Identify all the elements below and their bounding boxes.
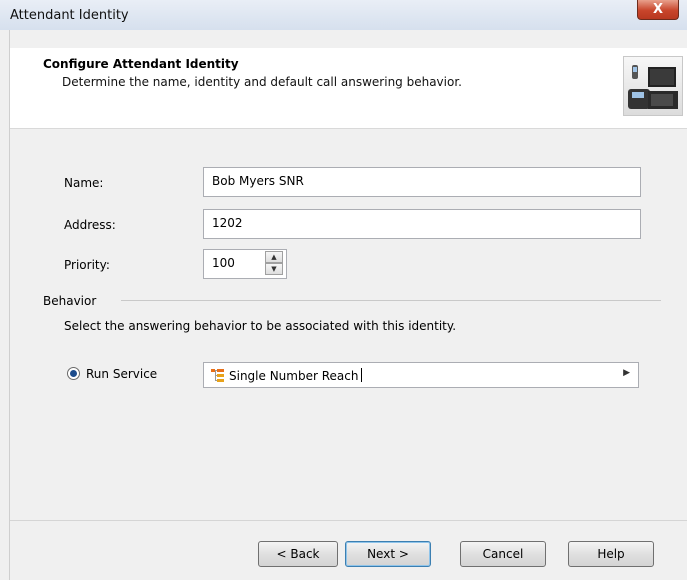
attendant-identity-dialog: Attendant Identity X Configure Attendant… — [0, 0, 687, 580]
address-label: Address: — [64, 218, 116, 232]
behavior-group-divider — [121, 300, 661, 301]
help-button[interactable]: Help — [568, 541, 654, 567]
back-button[interactable]: < Back — [258, 541, 338, 567]
tree-service-icon — [211, 368, 225, 382]
priority-stepper[interactable]: ▲ ▼ — [265, 251, 283, 275]
header-subtitle: Determine the name, identity and default… — [62, 75, 462, 89]
spin-up-icon[interactable]: ▲ — [265, 251, 283, 263]
title-bar: Attendant Identity X — [0, 0, 687, 31]
spin-down-icon[interactable]: ▼ — [265, 263, 283, 275]
name-label: Name: — [64, 176, 104, 190]
window-title: Attendant Identity — [10, 8, 129, 23]
next-button[interactable]: Next > — [345, 541, 431, 567]
dialog-top-strip — [10, 30, 687, 48]
service-value: Single Number Reach — [229, 368, 363, 383]
dialog-left-line — [9, 30, 10, 580]
behavior-group-label: Behavior — [43, 294, 97, 308]
header-title: Configure Attendant Identity — [43, 57, 239, 71]
name-field[interactable]: Bob Myers SNR — [203, 167, 641, 197]
service-selector[interactable]: Single Number Reach ▶ — [203, 362, 639, 388]
footer-divider — [10, 520, 687, 521]
chevron-right-icon[interactable]: ▶ — [623, 368, 630, 378]
run-service-label[interactable]: Run Service — [86, 367, 157, 381]
cancel-button[interactable]: Cancel — [460, 541, 546, 567]
close-button[interactable]: X — [637, 0, 679, 20]
run-service-radio[interactable] — [67, 367, 80, 380]
phones-graphic-icon — [623, 56, 683, 116]
wizard-header: Configure Attendant Identity Determine t… — [10, 48, 687, 129]
behavior-description: Select the answering behavior to be asso… — [64, 319, 457, 333]
priority-label: Priority: — [64, 258, 110, 272]
address-field[interactable]: 1202 — [203, 209, 641, 239]
